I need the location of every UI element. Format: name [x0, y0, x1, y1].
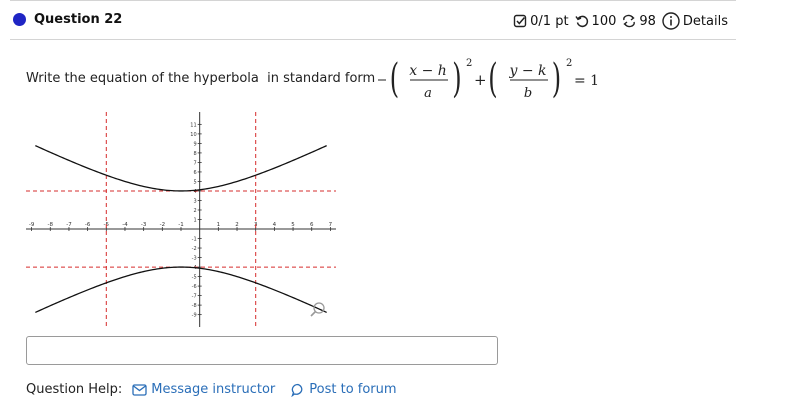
exponent-2: 2 — [566, 58, 572, 69]
retry-icon — [574, 14, 589, 28]
y-tick-label: -3 — [192, 256, 197, 262]
y-tick-label: 5 — [193, 179, 196, 185]
question-help-label: Question Help: — [26, 382, 123, 397]
y-tick-label: -7 — [192, 294, 197, 300]
y-tick-label: 3 — [193, 198, 196, 204]
x-tick-label: 1 — [217, 222, 221, 228]
attempts-icon — [622, 14, 636, 28]
retries-count: 100 — [591, 13, 617, 29]
numerator-1: x − h — [409, 63, 447, 79]
plus-sign: + — [474, 71, 487, 89]
hyperbola-formula: ( x − h a ) 2 + ( y − k b ) 2 = 1 — [378, 54, 599, 102]
equals-one: = 1 — [574, 73, 599, 89]
magnify-icon[interactable] — [310, 302, 325, 317]
x-tick-label: 4 — [273, 222, 277, 228]
x-tick-label: 5 — [291, 222, 295, 228]
x-tick-label: -4 — [122, 222, 128, 228]
y-tick-label: -5 — [192, 275, 197, 281]
denominator-2: b — [524, 86, 532, 101]
exponent-1: 2 — [466, 58, 472, 69]
x-tick-label: -9 — [29, 222, 35, 228]
left-paren-1: ( — [390, 54, 399, 101]
hyperbola-graph[interactable]: -9-8-7-6-5-4-3-2-112345671110987654321-1… — [26, 112, 336, 327]
y-tick-label: 10 — [190, 132, 196, 138]
x-tick-label: -6 — [85, 222, 91, 228]
y-tick-label: -8 — [192, 303, 197, 309]
question-title: Question 22 — [34, 12, 123, 27]
y-tick-label: -1 — [192, 237, 197, 243]
hyperbola-upper-branch — [35, 145, 327, 192]
x-tick-label: -1 — [178, 222, 183, 228]
y-tick-label: 1 — [193, 218, 196, 224]
y-tick-label: 11 — [190, 122, 196, 128]
answer-input[interactable] — [26, 336, 498, 365]
x-tick-label: 2 — [235, 222, 239, 228]
message-instructor-link[interactable]: Message instructor — [132, 382, 275, 397]
x-tick-label: -3 — [141, 222, 147, 228]
denominator-1: a — [424, 86, 432, 101]
y-tick-label: 8 — [193, 151, 196, 157]
attempts-count: 98 — [639, 13, 656, 29]
y-tick-label: 7 — [193, 160, 196, 166]
x-tick-label: -7 — [66, 222, 72, 228]
x-tick-label: -8 — [48, 222, 54, 228]
y-tick-label: 6 — [193, 170, 196, 176]
x-tick-label: 7 — [329, 222, 333, 228]
right-paren-2: ) — [552, 54, 561, 101]
x-tick-label: -2 — [160, 222, 165, 228]
speech-bubble-icon — [291, 383, 303, 397]
post-to-forum-label: Post to forum — [309, 382, 397, 397]
y-tick-label: -6 — [192, 284, 197, 290]
x-tick-label: 6 — [310, 222, 314, 228]
post-to-forum-link[interactable]: Post to forum — [291, 382, 397, 397]
question-header: Question 22 0/1 pt 100 98 Details — [10, 0, 736, 40]
left-paren-2: ( — [488, 54, 497, 101]
message-instructor-label: Message instructor — [151, 382, 276, 397]
question-help: Question Help: Message instructor Post t… — [26, 382, 397, 397]
info-icon[interactable] — [662, 12, 680, 30]
details-link[interactable]: Details — [683, 14, 728, 29]
score-checkbox-icon — [513, 14, 527, 28]
hyperbola-lower-branch — [35, 266, 327, 314]
numerator-2: y − k — [508, 63, 546, 79]
envelope-icon — [132, 383, 147, 396]
question-status-dot — [13, 13, 26, 26]
score-text: 0/1 pt — [530, 13, 569, 29]
question-prompt: Write the equation of the hyperbola in s… — [26, 71, 376, 86]
y-tick-label: -9 — [192, 313, 197, 319]
right-paren-1: ) — [452, 54, 461, 101]
y-tick-label: 2 — [193, 208, 196, 214]
question-meta: 0/1 pt 100 98 Details — [513, 12, 728, 30]
y-tick-label: -2 — [192, 246, 197, 252]
y-tick-label: 9 — [193, 141, 196, 147]
